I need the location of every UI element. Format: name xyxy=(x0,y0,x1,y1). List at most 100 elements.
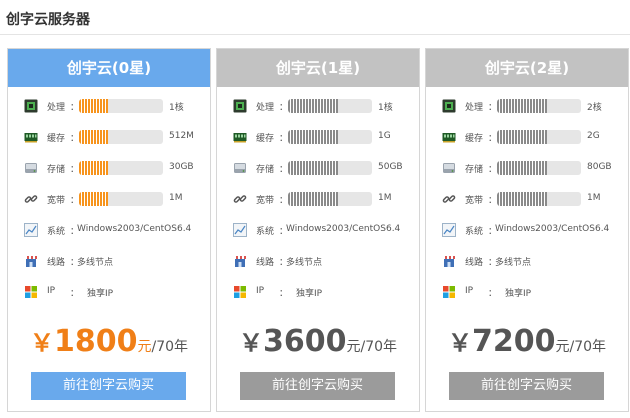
spec-colon: ： xyxy=(279,196,289,206)
info-value: Windows2003/CentOS6.4 xyxy=(286,224,401,234)
spec-colon: ： xyxy=(488,165,498,175)
memory-icon xyxy=(24,130,38,144)
spec-colon: ： xyxy=(488,196,498,206)
spec-meter xyxy=(79,99,163,113)
spec-value: 1核 xyxy=(169,103,184,113)
spec-row: 处理 ： 1核 xyxy=(8,95,210,117)
info-value: 独享IP xyxy=(296,289,323,299)
price: ￥3600元/70年 xyxy=(217,323,419,359)
info-value: 多线节点 xyxy=(286,258,323,268)
windows-icon xyxy=(233,285,247,299)
info-colon: ： xyxy=(70,289,80,299)
info-value: 独享IP xyxy=(505,289,532,299)
info-value: Windows2003/CentOS6.4 xyxy=(495,224,610,234)
title-divider xyxy=(0,34,630,35)
spec-colon: ： xyxy=(70,134,80,144)
spec-meter-fill xyxy=(288,192,338,206)
spec-meter-fill xyxy=(79,130,108,144)
spec-label: 存储 xyxy=(465,165,484,175)
spec-list: 处理 ： 1核 缓存 ： 1G 存储 ： 50GB 宽带 ： 1M 系统 ： W… xyxy=(217,87,419,305)
spec-colon: ： xyxy=(70,165,80,175)
spec-meter xyxy=(497,161,581,175)
plan-card: 创宇云(2星) 处理 ： 2核 缓存 ： 2G 存储 ： 80GB 宽带 ： 1… xyxy=(425,48,629,412)
spec-value: 2核 xyxy=(587,103,602,113)
info-row: 线路 ： 多线节点 xyxy=(217,250,419,272)
price: ￥1800元/70年 xyxy=(8,323,210,359)
buy-button[interactable]: 前往创字云购买 xyxy=(240,372,395,400)
info-value: Windows2003/CentOS6.4 xyxy=(77,224,192,234)
price-amount: 3600 xyxy=(262,324,347,359)
plan-card: 创宇云(1星) 处理 ： 1核 缓存 ： 1G 存储 ： 50GB 宽带 ： 1… xyxy=(216,48,420,412)
price-amount: 1800 xyxy=(53,324,138,359)
spec-list: 处理 ： 2核 缓存 ： 2G 存储 ： 80GB 宽带 ： 1M 系统 ： W… xyxy=(426,87,628,305)
info-label: IP xyxy=(256,286,265,296)
memory-icon xyxy=(442,130,456,144)
spec-meter xyxy=(288,161,372,175)
spec-colon: ： xyxy=(279,134,289,144)
spec-value: 512M xyxy=(169,131,194,141)
info-row: 线路 ： 多线节点 xyxy=(8,250,210,272)
disk-icon xyxy=(24,161,38,175)
info-row: 线路 ： 多线节点 xyxy=(426,250,628,272)
memory-icon xyxy=(233,130,247,144)
spec-label: 宽带 xyxy=(256,196,275,206)
info-row: 系统 ： Windows2003/CentOS6.4 xyxy=(8,219,210,241)
info-label: 线路 xyxy=(47,258,66,268)
info-label: 线路 xyxy=(256,258,275,268)
spec-value: 30GB xyxy=(169,162,194,172)
info-value: 独享IP xyxy=(87,289,114,299)
spec-label: 缓存 xyxy=(465,134,484,144)
spec-row: 处理 ： 2核 xyxy=(426,95,628,117)
spec-row: 缓存 ： 2G xyxy=(426,126,628,148)
spec-value: 50GB xyxy=(378,162,403,172)
spec-value: 1核 xyxy=(378,103,393,113)
windows-icon xyxy=(442,285,456,299)
info-label: 线路 xyxy=(465,258,484,268)
buy-button[interactable]: 前往创字云购买 xyxy=(449,372,604,400)
spec-meter-fill xyxy=(79,192,108,206)
spec-meter-fill xyxy=(497,130,547,144)
spec-row: 存储 ： 30GB xyxy=(8,157,210,179)
price-amount: 7200 xyxy=(471,324,556,359)
spec-colon: ： xyxy=(488,134,498,144)
chart-icon xyxy=(24,223,38,237)
spec-row: 宽带 ： 1M xyxy=(8,188,210,210)
info-value: 多线节点 xyxy=(77,258,114,268)
price-period: /70年 xyxy=(360,339,398,355)
cpu-icon xyxy=(442,99,456,113)
spec-label: 处理 xyxy=(47,103,66,113)
info-value: 多线节点 xyxy=(495,258,532,268)
price-unit: 元 xyxy=(346,339,361,355)
spec-label: 宽带 xyxy=(465,196,484,206)
chart-icon xyxy=(233,223,247,237)
spec-meter xyxy=(497,99,581,113)
info-label: 系统 xyxy=(256,227,275,237)
windows-icon xyxy=(24,285,38,299)
spec-value: 80GB xyxy=(587,162,612,172)
spec-value: 1M xyxy=(378,193,392,203)
link-icon xyxy=(24,192,38,206)
price-currency: ￥ xyxy=(238,329,263,357)
price-currency: ￥ xyxy=(29,329,54,357)
info-row: IP ： 独享IP xyxy=(217,281,419,303)
store-icon xyxy=(24,254,38,268)
spec-row: 宽带 ： 1M xyxy=(217,188,419,210)
store-icon xyxy=(442,254,456,268)
info-row: 系统 ： Windows2003/CentOS6.4 xyxy=(426,219,628,241)
spec-row: 宽带 ： 1M xyxy=(426,188,628,210)
spec-label: 宽带 xyxy=(47,196,66,206)
price-unit: 元 xyxy=(137,339,152,355)
spec-label: 处理 xyxy=(465,103,484,113)
spec-colon: ： xyxy=(488,103,498,113)
spec-row: 存储 ： 80GB xyxy=(426,157,628,179)
spec-value: 1M xyxy=(587,193,601,203)
buy-button[interactable]: 前往创字云购买 xyxy=(31,372,186,400)
plan-title: 创宇云(0星) xyxy=(8,49,210,87)
link-icon xyxy=(442,192,456,206)
price-period: /70年 xyxy=(569,339,607,355)
info-row: IP ： 独享IP xyxy=(8,281,210,303)
chart-icon xyxy=(442,223,456,237)
price-currency: ￥ xyxy=(447,329,472,357)
price-unit: 元 xyxy=(555,339,570,355)
spec-meter xyxy=(79,192,163,206)
